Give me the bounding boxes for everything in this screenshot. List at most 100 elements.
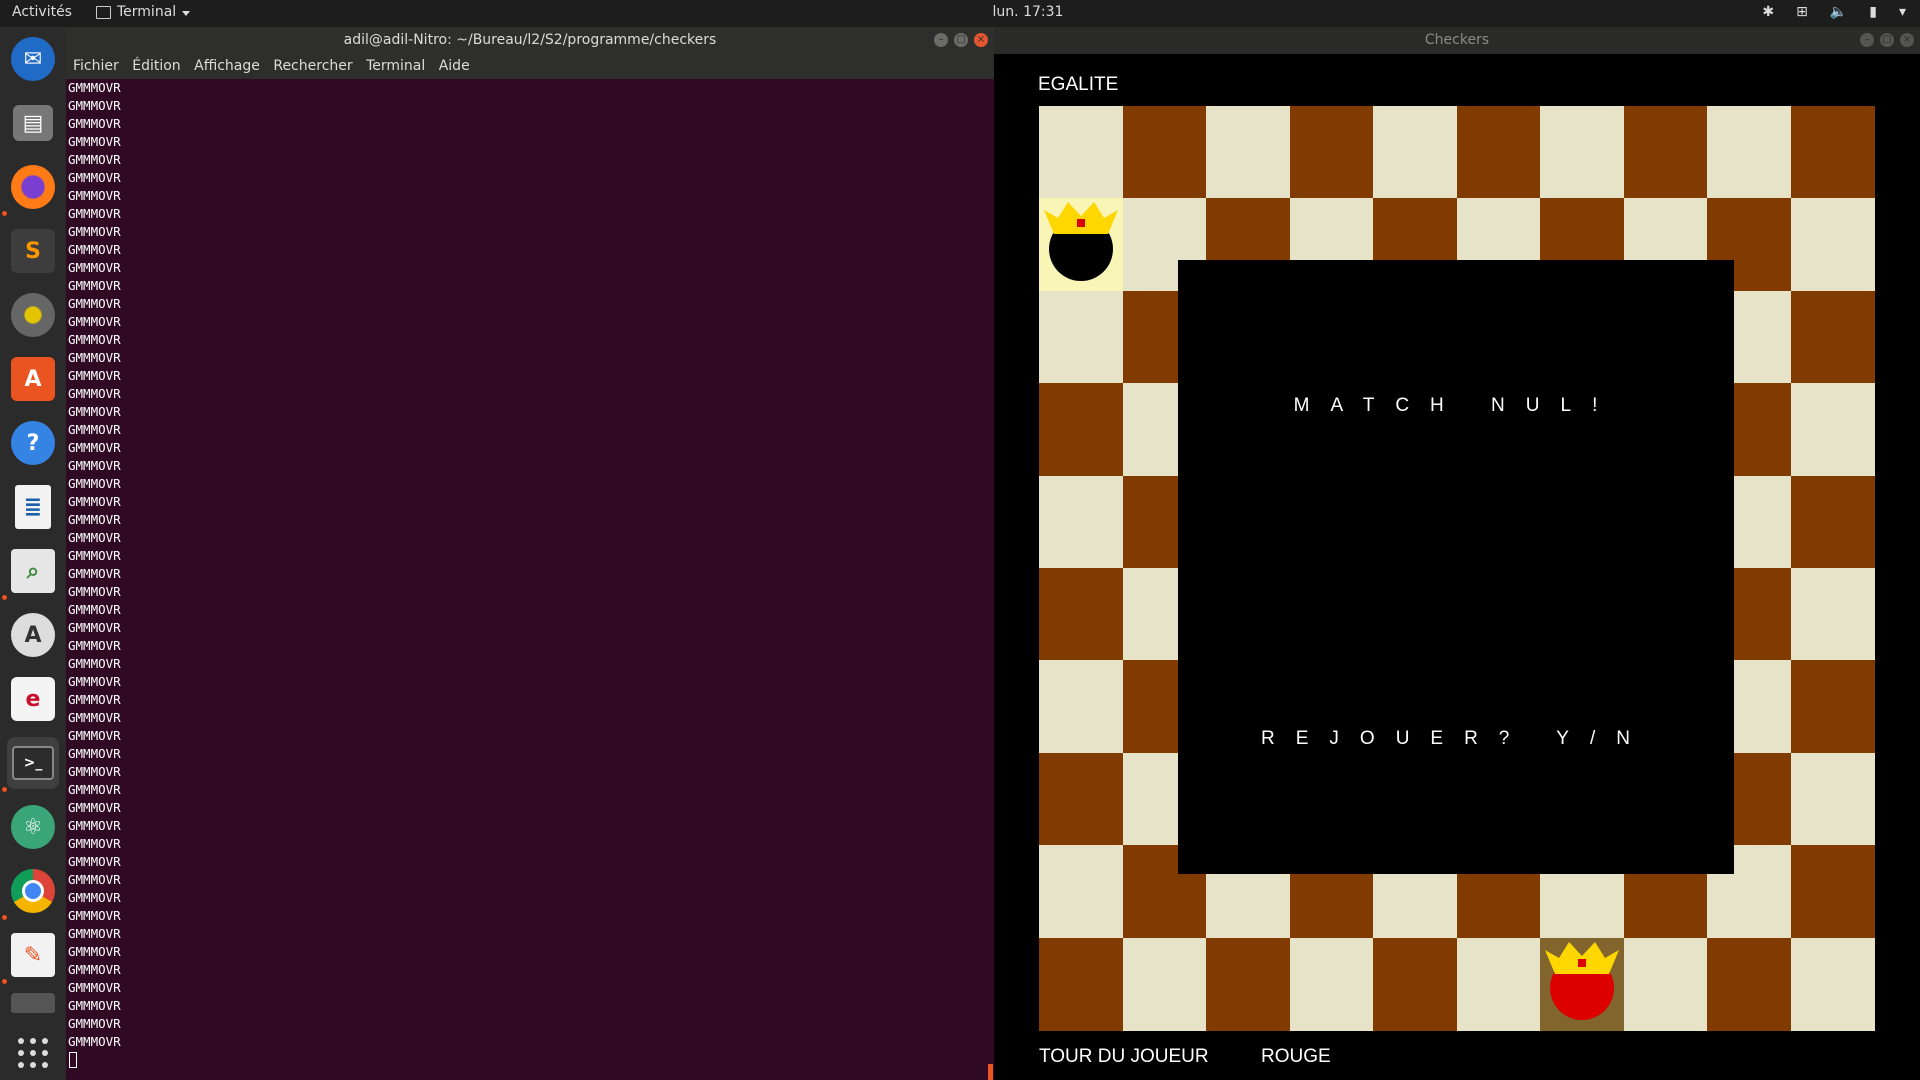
board-square[interactable]	[1122, 937, 1207, 1031]
board-square[interactable]	[1039, 383, 1124, 477]
game-over-dialog: MATCH NUL! REJOUER? Y/N	[1178, 260, 1734, 874]
board-square[interactable]	[1540, 106, 1625, 199]
menu-aide[interactable]: Aide	[439, 54, 470, 79]
board-square[interactable]	[1039, 752, 1124, 846]
rhythmbox-icon[interactable]	[7, 289, 59, 341]
firefox-icon[interactable]	[7, 161, 59, 213]
system-tray[interactable]: ✱ ⊞ 🔈 ▮ ▾	[1762, 4, 1906, 20]
terminal-line: GMMMOVR	[68, 188, 121, 203]
software-center-icon[interactable]: A	[7, 353, 59, 405]
board-square[interactable]	[1039, 660, 1124, 754]
terminal-scrollbar[interactable]	[988, 1064, 993, 1080]
terminal-menubar: Fichier Édition Affichage Rechercher Ter…	[66, 54, 994, 79]
text-editor-icon[interactable]: e	[7, 673, 59, 725]
terminal-line: GMMMOVR	[68, 278, 121, 293]
terminal-line: GMMMOVR	[68, 314, 121, 329]
board-square[interactable]	[1623, 106, 1708, 199]
board-square[interactable]	[1790, 383, 1875, 477]
board-square[interactable]	[1039, 106, 1124, 199]
board-square[interactable]	[1039, 475, 1124, 569]
power-icon[interactable]: ▾	[1899, 4, 1906, 20]
terminal-line: GMMMOVR	[68, 962, 121, 977]
terminal-line: GMMMOVR	[68, 422, 121, 437]
board-square[interactable]	[1790, 845, 1875, 939]
trash-icon[interactable]	[7, 993, 59, 1013]
network-icon[interactable]: ⊞	[1796, 4, 1808, 20]
notes-icon[interactable]: ✎	[7, 929, 59, 981]
menu-rechercher[interactable]: Rechercher	[273, 54, 352, 79]
board-square[interactable]	[1039, 290, 1124, 384]
maximize-button[interactable]: □	[1880, 33, 1894, 47]
dialog-title: MATCH NUL!	[1293, 395, 1619, 416]
thunderbird-icon[interactable]: ✉	[7, 33, 59, 85]
terminal-line: GMMMOVR	[68, 1016, 121, 1031]
help-icon[interactable]: ?	[7, 417, 59, 469]
close-button[interactable]: ×	[974, 33, 988, 47]
board-square[interactable]	[1456, 106, 1541, 199]
writer-icon[interactable]: ≣	[7, 481, 59, 533]
clock[interactable]: lun. 17:31	[0, 4, 1920, 20]
chrome-icon[interactable]	[7, 865, 59, 917]
board-square[interactable]	[1790, 106, 1875, 199]
board-square[interactable]	[1790, 660, 1875, 754]
board-square[interactable]	[1790, 937, 1875, 1031]
terminal-line: GMMMOVR	[68, 458, 121, 473]
show-applications-icon[interactable]	[7, 1027, 59, 1079]
software-updater-icon[interactable]: A	[7, 609, 59, 661]
board-square[interactable]	[1039, 937, 1124, 1031]
board-square[interactable]	[1373, 106, 1458, 199]
board-square[interactable]	[1623, 937, 1708, 1031]
battery-icon[interactable]: ▮	[1869, 4, 1877, 20]
board-square[interactable]	[1456, 937, 1541, 1031]
image-viewer-icon[interactable]: ⌕	[7, 545, 59, 597]
terminal-output[interactable]: GMMMOVR GMMMOVR GMMMOVR GMMMOVR GMMMOVR GMMMO…	[66, 79, 994, 1080]
atom-icon[interactable]: ⚛	[7, 801, 59, 853]
close-button[interactable]: ×	[1900, 33, 1914, 47]
menu-terminal[interactable]: Terminal	[366, 54, 425, 79]
board-square[interactable]	[1707, 106, 1792, 199]
terminal-line: GMMMOVR	[68, 116, 121, 131]
terminal-line: GMMMOVR	[68, 170, 121, 185]
dock: ✉ ▤ S A ? ≣ ⌕ A e >_ ⚛ ✎	[0, 27, 66, 1080]
terminal-line: GMMMOVR	[68, 242, 121, 257]
terminal-title: adil@adil-Nitro: ~/Bureau/l2/S2/programm…	[343, 32, 717, 48]
terminal-line: GMMMOVR	[68, 728, 121, 743]
minimize-button[interactable]: –	[934, 33, 948, 47]
board-square[interactable]	[1790, 475, 1875, 569]
menu-affichage[interactable]: Affichage	[194, 54, 260, 79]
top-bar: Activités Terminal lun. 17:31 ✱ ⊞ 🔈 ▮ ▾	[0, 0, 1920, 27]
terminal-line: GMMMOVR	[68, 692, 121, 707]
terminal-line: GMMMOVR	[68, 98, 121, 113]
minimize-button[interactable]: –	[1860, 33, 1874, 47]
board-square[interactable]	[1790, 198, 1875, 292]
terminal-line: GMMMOVR	[68, 854, 121, 869]
board-square[interactable]	[1122, 106, 1207, 199]
board-square[interactable]	[1039, 845, 1124, 939]
terminal-titlebar[interactable]: adil@adil-Nitro: ~/Bureau/l2/S2/programm…	[66, 27, 994, 54]
terminal-icon[interactable]: >_	[7, 737, 59, 789]
bluetooth-icon[interactable]: ✱	[1762, 4, 1774, 20]
terminal-line: GMMMOVR	[68, 926, 121, 941]
menu-fichier[interactable]: Fichier	[73, 54, 119, 79]
board-square[interactable]	[1206, 937, 1291, 1031]
board-square[interactable]	[1289, 937, 1374, 1031]
files-icon[interactable]: ▤	[7, 97, 59, 149]
checkers-canvas[interactable]: EGALITE MATCH NUL! REJOUER? Y/N TOUR DU …	[994, 54, 1920, 1080]
board-square[interactable]	[1790, 752, 1875, 846]
board-square[interactable]	[1289, 106, 1374, 199]
board-square[interactable]	[1790, 568, 1875, 661]
checkers-titlebar[interactable]: Checkers – □ ×	[994, 27, 1920, 54]
terminal-line: GMMMOVR	[68, 998, 121, 1013]
terminal-line: GMMMOVR	[68, 134, 121, 149]
terminal-line: GMMMOVR	[68, 872, 121, 887]
board-square[interactable]	[1707, 937, 1792, 1031]
board-square[interactable]	[1373, 937, 1458, 1031]
volume-icon[interactable]: 🔈	[1830, 4, 1847, 20]
menu-edition[interactable]: Édition	[132, 54, 180, 79]
sublime-text-icon[interactable]: S	[7, 225, 59, 277]
board-square[interactable]	[1206, 106, 1291, 199]
board-square[interactable]	[1039, 568, 1124, 661]
crown-icon	[1544, 941, 1619, 974]
maximize-button[interactable]: □	[954, 33, 968, 47]
board-square[interactable]	[1790, 290, 1875, 384]
